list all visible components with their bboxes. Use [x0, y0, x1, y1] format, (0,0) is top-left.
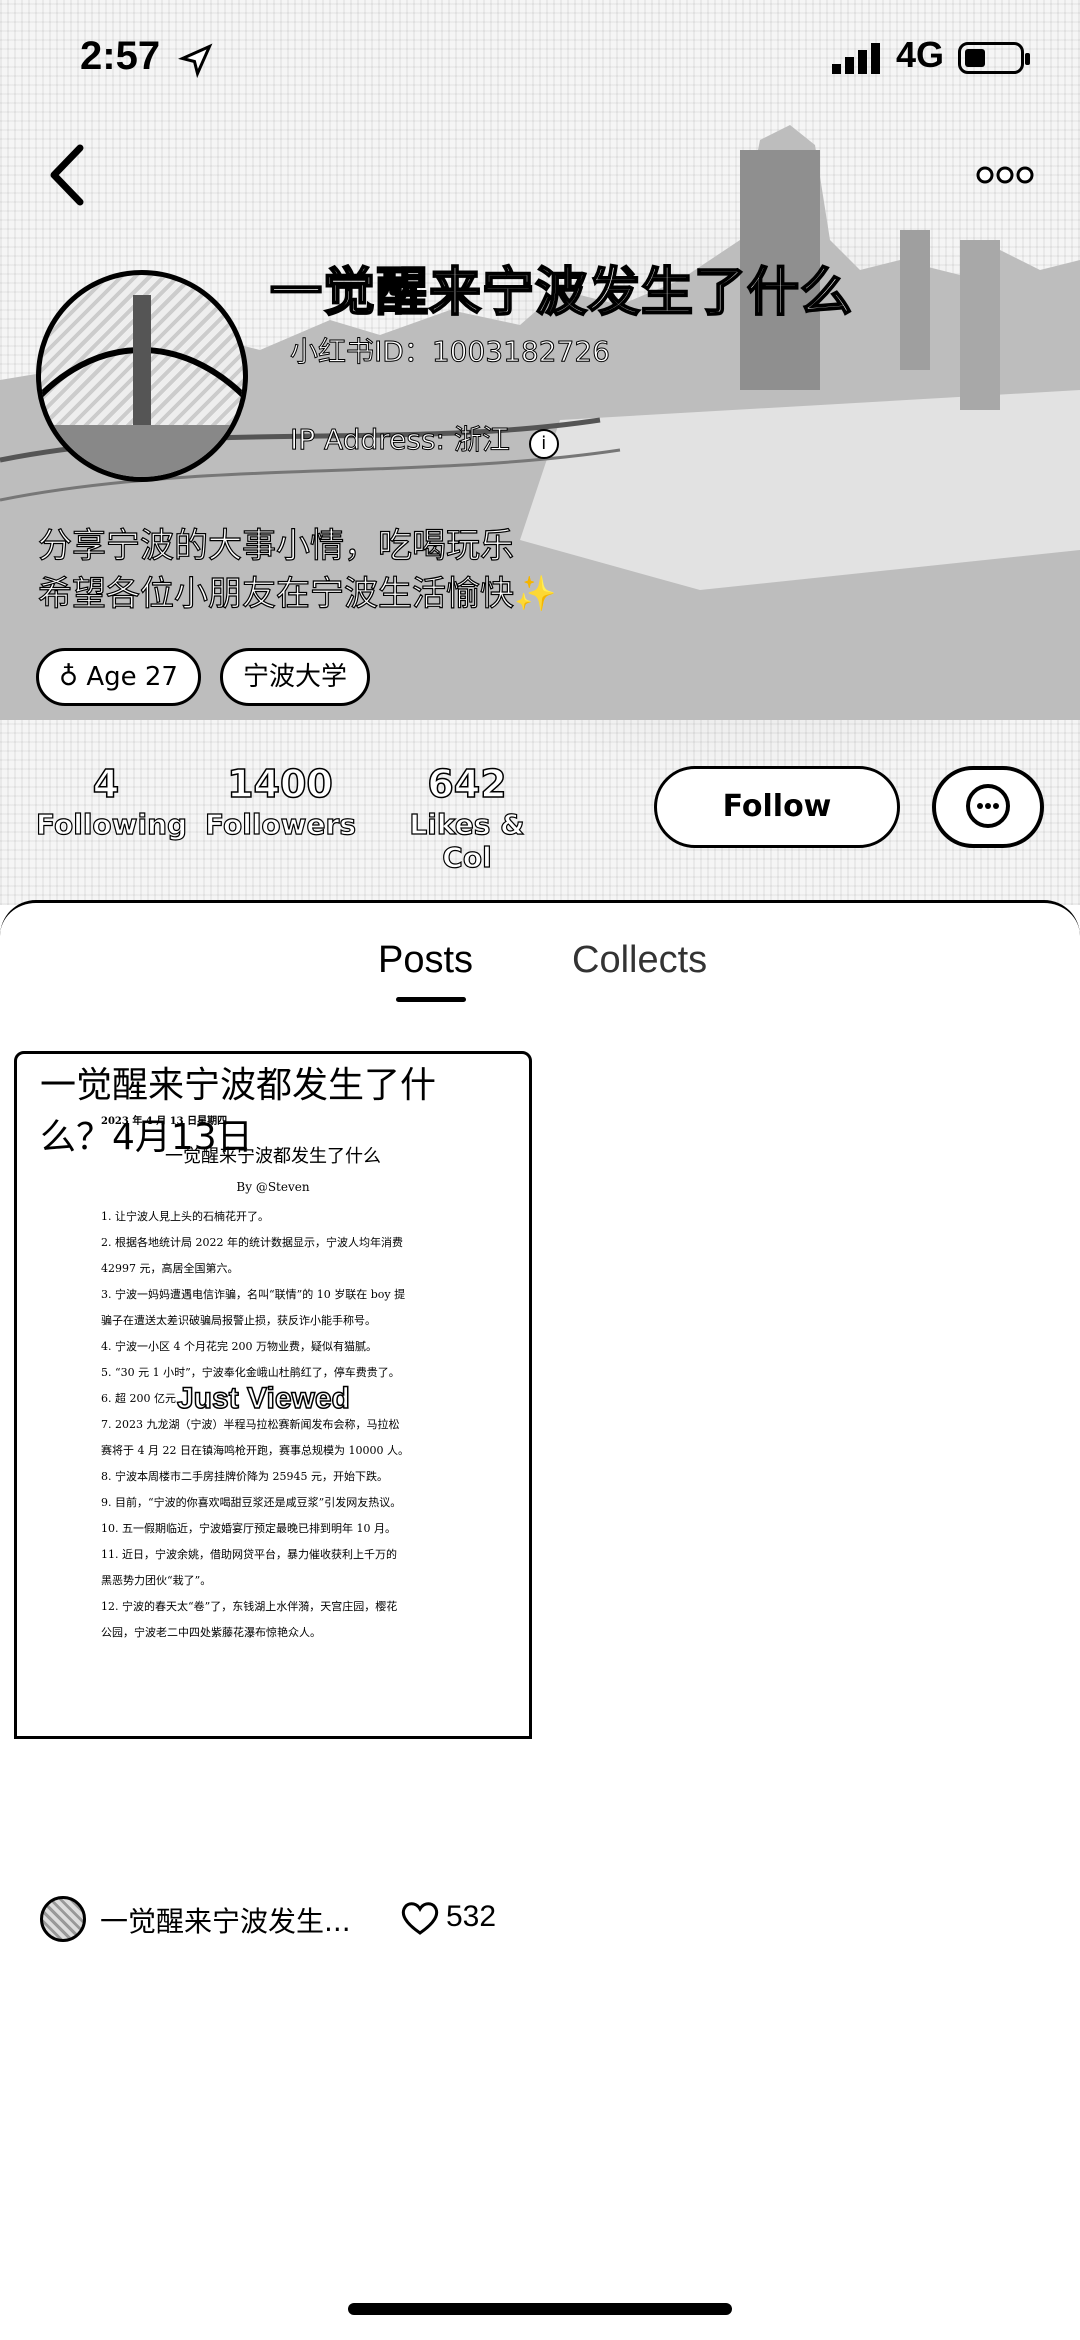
back-chevron-icon[interactable]: [40, 140, 100, 210]
profile-username: 一觉醒来宁波发生了什么: [269, 262, 854, 324]
doc-line: 黑恶势力团伙“栽了”。: [101, 1574, 212, 1587]
doc-line: 骗子在遭送太差识破骗局报警止损，获反诈小能手称号。: [101, 1314, 376, 1327]
network-type: 4G: [896, 34, 945, 75]
bio-line: 希望各位小朋友在宁波生活愉快✨: [37, 573, 557, 614]
heart-icon[interactable]: [400, 1900, 440, 1936]
post-author-name[interactable]: 一觉醒来宁波发生...: [100, 1900, 370, 1940]
more-options-icon[interactable]: [975, 155, 1035, 195]
doc-line: 赛将于 4 月 22 日在镇海鸣枪开跑，赛事总规模为 10000 人。: [101, 1444, 409, 1457]
doc-line: 公园，宁波老二中四处紫藤花瀑布惊艳众人。: [101, 1626, 321, 1639]
doc-line: 4. 宁波一小区 4 个月花完 200 万物业费，疑似有猫腻。: [101, 1340, 377, 1353]
followers-label: Followers: [204, 807, 356, 841]
stat-followers[interactable]: 1400 Followers: [204, 761, 356, 841]
profile-ip-address: IP Address: 浙江 i: [290, 418, 559, 459]
doc-line: 2. 根据各地统计局 2022 年的统计数据显示，宁波人均年消费: [101, 1236, 403, 1249]
chat-bubble-icon: [966, 784, 1010, 828]
profile-avatar[interactable]: [36, 270, 248, 482]
status-time: 2:57: [80, 34, 161, 78]
profile-id: 小红书ID：1003182726: [290, 335, 611, 369]
ip-text: IP Address: 浙江: [290, 423, 511, 457]
followers-count: 1400: [226, 761, 333, 807]
tag-school-label: 宁波大学: [243, 662, 348, 692]
female-icon: ♁: [59, 662, 79, 692]
active-tab-indicator: [396, 997, 466, 1002]
post-author-avatar[interactable]: [40, 1896, 86, 1942]
doc-line: 8. 宁波本周楼市二手房挂牌价降为 25945 元，开始下跌。: [101, 1470, 388, 1483]
tab-collects[interactable]: Collects: [572, 939, 707, 982]
tag-age: ♁ Age 27: [36, 648, 201, 706]
stat-likes-collects[interactable]: 642 Likes & Col: [382, 761, 552, 874]
doc-line: 42997 元，高居全国第六。: [101, 1262, 239, 1275]
doc-line: 12. 宁波的春天太“卷”了，东钱湖上水伴漪，天宫庄园，樱花: [101, 1600, 398, 1613]
signal-icon: [832, 43, 880, 74]
likes-count: 642: [427, 761, 508, 807]
status-bar: 2:57 4G: [0, 30, 1080, 90]
just-viewed-label: Just Viewed: [176, 1381, 350, 1416]
doc-line: 9. 目前，“宁波的你喜欢喝甜豆浆还是咸豆浆”引发网友热议。: [101, 1496, 402, 1509]
doc-line: 3. 宁波一妈妈遭遇电信诈骗，名叫“联情”的 10 岁联在 boy 提: [101, 1288, 406, 1301]
post-title[interactable]: 一觉醒来宁波都发生了什么？4月13日: [40, 1060, 480, 1164]
post-like-count: 532: [446, 1900, 497, 1933]
doc-line: 11. 近日，宁波余姚，借助网贷平台，暴力催收获利上千万的: [101, 1548, 397, 1561]
follow-button[interactable]: Follow: [654, 766, 900, 848]
doc-byline: By @Steven: [236, 1180, 310, 1194]
tab-posts[interactable]: Posts: [378, 939, 473, 982]
avatar-bridge-image: [41, 295, 243, 477]
bio-line: 分享宁波的大事小情，吃喝玩乐: [37, 525, 514, 566]
following-label: Following: [35, 807, 188, 841]
tag-age-label: Age 27: [86, 662, 178, 692]
doc-line: 10. 五一假期临近，宁波婚宴厅预定最晚已排到明年 10 月。: [101, 1522, 396, 1535]
tag-school: 宁波大学: [220, 648, 371, 706]
info-icon[interactable]: i: [528, 429, 559, 459]
following-count: 4: [92, 761, 120, 807]
doc-body: 1. 让宁波人見上头的石楠花开了。 2. 根据各地统计局 2022 年的统计数据…: [101, 1204, 461, 1646]
likes-label: Likes & Col: [409, 807, 525, 874]
message-button[interactable]: [932, 766, 1044, 848]
home-indicator[interactable]: [348, 2303, 732, 2315]
profile-bio: 分享宁波的大事小情，吃喝玩乐 希望各位小朋友在宁波生活愉快✨: [37, 522, 557, 618]
doc-line: 1. 让宁波人見上头的石楠花开了。: [101, 1210, 269, 1223]
location-arrow-icon: [178, 43, 213, 78]
battery-icon: [958, 42, 1030, 74]
stat-following[interactable]: 4 Following: [35, 761, 188, 841]
